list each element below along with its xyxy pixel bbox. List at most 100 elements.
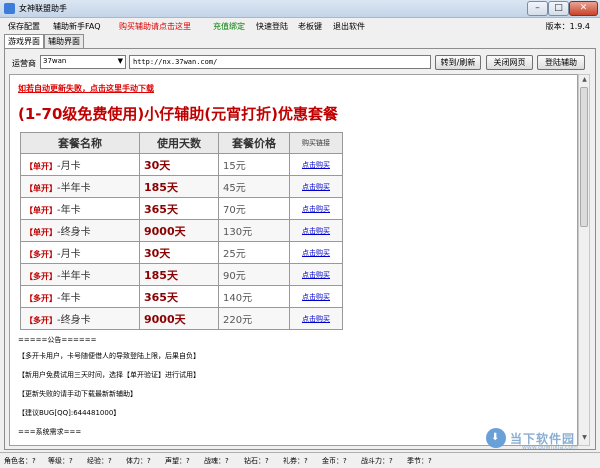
package-name-cell: 【多开】-半年卡 [20,263,140,286]
operator-label: 运营商 [12,59,36,68]
status-gold: 金币：? [322,457,347,465]
package-tag: 【单开】 [25,228,57,237]
package-days: 365天 [144,290,178,304]
status-stamina: 体力：? [126,457,151,465]
notice-line: 【新用户免费试用三天时间，选择【单开验证】进行试用】 [18,371,200,379]
package-price: 140元 [223,293,253,304]
menu-exit[interactable]: 退出软件 [333,21,365,32]
menu-faq[interactable]: 辅助新手FAQ [53,21,101,32]
package-name: -半年卡 [57,271,91,282]
system-req-title: ===系统需求=== [18,428,82,436]
package-name-cell: 【单开】-年卡 [20,197,140,220]
close-page-button[interactable]: 关闭网页 [486,55,533,70]
package-tag: 【多开】 [25,294,57,303]
web-content: 如若自动更新失败，点击这里手动下载 (1-70级免费使用)小仔辅助(元宵打折)优… [9,74,578,446]
status-combat-power: 战斗力：? [361,457,393,465]
package-name: -半年卡 [57,183,91,194]
package-name-cell: 【多开】-年卡 [20,285,140,308]
package-name-cell: 【单开】-半年卡 [20,175,140,198]
close-window-button[interactable]: ✕ [569,1,598,16]
buy-link[interactable]: 点击购买 [302,161,330,169]
package-price: 130元 [223,227,253,238]
table-row: 【多开】-半年卡 185天 90元 点击购买 [20,263,343,286]
table-row: 【多开】-月卡 30天 25元 点击购买 [20,241,343,264]
notice-line: 【多开卡用户，卡号随便借人的导致登陆上限，后果自负】 [18,352,200,360]
status-battle-soul: 战魂：? [204,457,229,465]
watermark-logo: ⬇ 当下软件园 www.downxia.com [486,428,598,451]
package-tag: 【多开】 [25,250,57,259]
scroll-thumb[interactable] [580,87,588,227]
status-level: 等级：? [48,457,73,465]
package-days: 30天 [144,158,171,172]
buy-link[interactable]: 点击购买 [302,249,330,257]
tab-assist[interactable]: 辅助界面 [44,34,84,48]
watermark-url: www.downxia.com [522,444,578,451]
table-row: 【多开】-年卡 365天 140元 点击购买 [20,285,343,308]
buy-link[interactable]: 点击购买 [302,271,330,279]
table-header-row: 套餐名称 使用天数 套餐价格 购买链接 [20,132,343,154]
package-days: 9000天 [144,224,186,238]
status-exp: 经验：? [87,457,112,465]
version-label: 版本：1.9.4 [545,22,590,31]
manual-download-link[interactable]: 如若自动更新失败，点击这里手动下载 [18,83,154,94]
package-name-cell: 【多开】-终身卡 [20,307,140,330]
package-table: 套餐名称 使用天数 套餐价格 购买链接 【单开】-月卡 30天 15元 点击购买… [20,132,343,330]
table-row: 【单开】-终身卡 9000天 130元 点击购买 [20,219,343,242]
operator-value: 37wan [43,57,67,65]
package-days: 185天 [144,180,178,194]
package-days: 365天 [144,202,178,216]
tab-game[interactable]: 游戏界面 [4,34,44,49]
header-package-name: 套餐名称 [20,132,140,154]
header-buy-link: 购买链接 [289,132,343,154]
package-days: 185天 [144,268,178,282]
table-row: 【单开】-月卡 30天 15元 点击购买 [20,153,343,176]
status-bar: 角色名：? 等级：? 经验：? 体力：? 声望：? 战魂：? 钻石：? 礼券：?… [0,452,600,468]
package-price: 70元 [223,205,246,216]
menu-buy[interactable]: 购买辅助请点击这里 [119,21,191,32]
package-name-cell: 【多开】-月卡 [20,241,140,264]
package-name: -终身卡 [57,315,91,326]
status-coupon: 礼券：? [283,457,308,465]
package-name-cell: 【单开】-终身卡 [20,219,140,242]
scroll-up-icon[interactable]: ▲ [580,76,589,86]
package-tag: 【单开】 [25,162,57,171]
menu-bar: 保存配置 辅助新手FAQ 购买辅助请点击这里 充值绑定 快速登陆 老板键 退出软… [0,18,600,34]
maximize-button[interactable]: □ [548,1,569,16]
header-price: 套餐价格 [218,132,290,154]
menu-quick-login[interactable]: 快速登陆 [256,21,288,32]
buy-link[interactable]: 点击购买 [302,227,330,235]
buy-link[interactable]: 点击购买 [302,205,330,213]
login-assist-button[interactable]: 登陆辅助 [537,55,585,70]
menu-save-config[interactable]: 保存配置 [8,21,40,32]
package-days: 30天 [144,246,171,260]
package-tag: 【多开】 [25,272,57,281]
menu-recharge[interactable]: 充值绑定 [213,21,245,32]
package-tag: 【单开】 [25,206,57,215]
table-row: 【单开】-年卡 365天 70元 点击购买 [20,197,343,220]
go-refresh-button[interactable]: 转到/刷新 [435,55,481,70]
buy-link[interactable]: 点击购买 [302,315,330,323]
buy-link[interactable]: 点击购买 [302,183,330,191]
menu-boss-key[interactable]: 老板键 [298,21,322,32]
app-icon [4,3,15,14]
status-role-name: 角色名：? [4,457,36,465]
status-diamond: 钻石：? [244,457,269,465]
minimize-button[interactable]: – [527,1,548,16]
package-tag: 【单开】 [25,184,57,193]
status-season: 季节：? [407,457,432,465]
chevron-down-icon: ▼ [117,57,123,65]
buy-link[interactable]: 点击购买 [302,293,330,301]
notice-line: 【更新失败的请手动下载最新新辅助】 [18,390,137,398]
status-prestige: 声望：? [165,457,190,465]
url-input[interactable]: http://nx.37wan.com/ [129,55,431,69]
window-title: 女神联盟助手 [19,4,67,13]
header-days: 使用天数 [139,132,219,154]
table-row: 【多开】-终身卡 9000天 220元 点击购买 [20,307,343,330]
operator-select[interactable]: 37wan ▼ [40,55,126,69]
package-days: 9000天 [144,312,186,326]
vertical-scrollbar[interactable]: ▲ ▼ [578,74,590,446]
package-name: -年卡 [57,293,81,304]
package-price: 25元 [223,249,246,260]
package-price: 45元 [223,183,246,194]
package-price: 220元 [223,315,253,326]
